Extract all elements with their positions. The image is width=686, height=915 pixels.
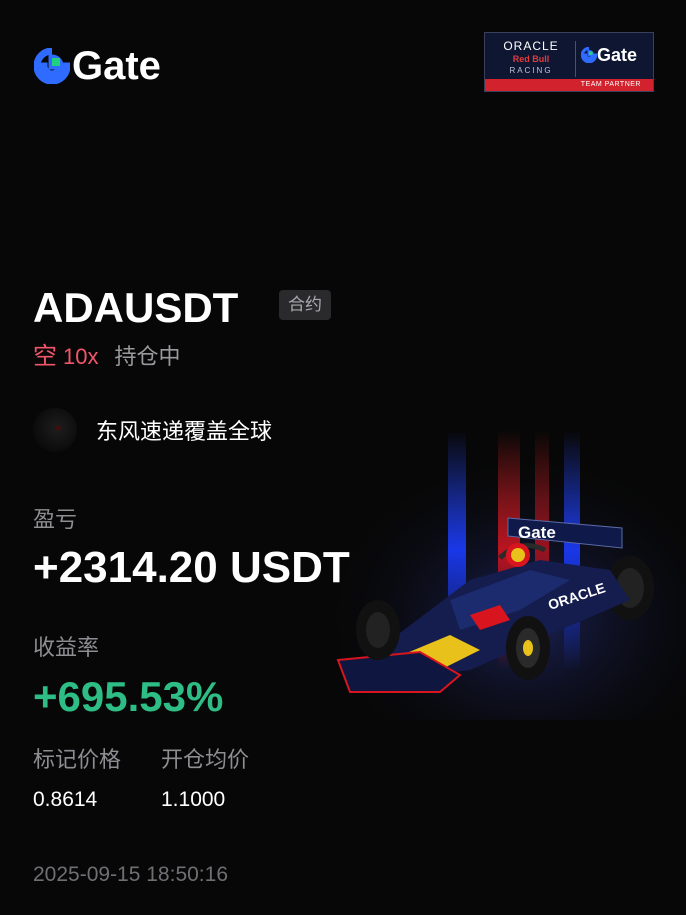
share-card: Gate ORACLE Red Bull RACING Gate TEAM PA…	[0, 0, 686, 915]
position-status: 持仓中	[114, 344, 181, 369]
timestamp: 2025-09-15 18:50:16	[33, 863, 228, 886]
mark-price-value: 0.8614	[33, 788, 98, 811]
avatar-detail	[55, 425, 61, 431]
pnl-value: +2314.20 USDT	[33, 543, 350, 592]
f1-car-image: Gate ORACLE	[330, 430, 686, 720]
avatar	[33, 408, 77, 452]
gate-logo-icon	[34, 48, 70, 84]
partner-gate-logo: Gate	[581, 45, 637, 65]
svg-text:Gate: Gate	[518, 523, 556, 542]
gate-logo: Gate	[34, 46, 161, 86]
roi-value: +695.53%	[33, 673, 224, 720]
partner-divider	[575, 41, 576, 77]
username: 东风速递覆盖全球	[96, 419, 273, 444]
trading-pair: ADAUSDT	[33, 284, 239, 331]
redbull-text: Red Bull	[512, 54, 550, 64]
position-info: 空 10x 持仓中	[33, 342, 181, 372]
gate-logo-text: Gate	[72, 44, 161, 88]
racing-text: RACING	[509, 66, 553, 75]
mark-price-label: 标记价格	[33, 747, 122, 772]
leverage: 10x	[63, 344, 99, 369]
position-side: 空	[33, 343, 57, 370]
partner-badge: ORACLE Red Bull RACING Gate TEAM PARTNER	[484, 32, 654, 92]
gate-logo-small-icon	[581, 47, 597, 63]
entry-price-label: 开仓均价	[161, 747, 250, 772]
partner-gate-text: Gate	[597, 45, 638, 65]
partner-oracle-redbull: ORACLE Red Bull RACING	[493, 39, 569, 76]
team-partner-strip: TEAM PARTNER	[485, 79, 653, 91]
oracle-text: ORACLE	[503, 39, 559, 53]
entry-price-value: 1.1000	[161, 788, 226, 811]
roi-label: 收益率	[33, 635, 100, 660]
pnl-label: 盈亏	[33, 507, 78, 532]
contract-tag: 合约	[279, 290, 331, 320]
